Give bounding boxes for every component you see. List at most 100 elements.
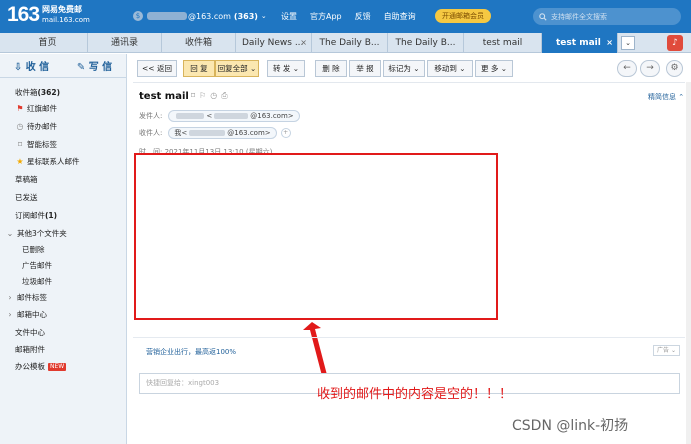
sidebar-item-label: 订阅邮件 (15, 211, 45, 220)
tab-label: test mail (482, 38, 523, 48)
sidebar-item-starred-contacts[interactable]: ★ 星标联系人邮件 (15, 154, 80, 169)
tab-test-mail-1[interactable]: test mail (464, 33, 542, 53)
nav-official-app[interactable]: 官方App (310, 11, 342, 22)
ad-tag-label: 广告 (657, 347, 670, 354)
tab-bar: 首页 通讯录 收件箱 Daily News ... × The Daily B..… (0, 33, 691, 53)
back-button[interactable]: << 返回 (137, 60, 177, 77)
recipient-suffix: @163.com> (227, 129, 271, 137)
sender-pill[interactable]: < @163.com> (168, 110, 300, 122)
sidebar-item-label: 智能标签 (27, 140, 57, 149)
vip-button[interactable]: 开通邮箱会员 (435, 9, 491, 23)
nav-settings[interactable]: 设置 (281, 11, 297, 22)
tag-icon: ⌑ (17, 140, 23, 149)
sidebar-item-label: 邮箱中心 (17, 310, 47, 319)
bookmark-icon[interactable]: ⌑ (191, 91, 199, 100)
previous-mail-button[interactable]: ← (617, 60, 637, 77)
sidebar-item-label: 其他3个文件夹 (17, 229, 67, 238)
sidebar-item-label: 已发送 (15, 193, 38, 202)
tab-contacts[interactable]: 通讯录 (88, 33, 162, 53)
sidebar-item-inbox[interactable]: 收件箱 (362) (15, 85, 60, 100)
tab-home[interactable]: 首页 (8, 33, 88, 53)
settings-button[interactable]: ⚙ (666, 60, 683, 77)
ad-link[interactable]: 营销企业出行，最高返100% (146, 347, 236, 357)
report-button[interactable]: 举 报 (349, 60, 381, 77)
toggle-details-link[interactable]: 精简信息 ⌃ (648, 92, 684, 102)
close-icon[interactable]: × (606, 33, 613, 53)
tab-more-chevron-icon[interactable]: ⌄ (621, 36, 635, 50)
reply-button[interactable]: 回 复 (183, 60, 215, 77)
sidebar-item-subscriptions[interactable]: 订阅邮件 (1) (15, 208, 57, 223)
sender-suffix: @163.com> (250, 112, 294, 120)
account-suffix: @163.com (188, 11, 231, 21)
watermark: CSDN @link-初扬 (512, 418, 629, 434)
sidebar-item-other-folders[interactable]: ⌄ 其他3个文件夹 (5, 226, 67, 241)
add-contact-icon[interactable]: + (280, 128, 291, 138)
sidebar-item-todo[interactable]: ◷ 待办邮件 (15, 119, 58, 134)
tab-test-mail-active[interactable]: test mail × (542, 33, 618, 53)
tab-daily-beast-1[interactable]: The Daily B... (312, 33, 388, 53)
arrow-left-icon: ← (623, 63, 631, 73)
sidebar-item-attachments[interactable]: 邮箱附件 (15, 342, 45, 357)
sidebar-item-file-center[interactable]: 文件中心 (15, 325, 45, 340)
sidebar-item-count: (1) (45, 211, 58, 220)
sender-label: 发件人: (139, 112, 163, 120)
account-menu[interactable]: $ @163.com (363) ⌄ (133, 11, 267, 21)
delete-button[interactable]: 删 除 (315, 60, 347, 77)
tab-inbox[interactable]: 收件箱 (162, 33, 236, 53)
scrollbar[interactable] (686, 82, 691, 444)
sidebar-item-sent[interactable]: 已发送 (15, 190, 38, 205)
search-placeholder: 支持邮件全文搜索 (551, 12, 607, 21)
sidebar-item-red-flag[interactable]: ⚑ 红旗邮件 (15, 101, 57, 116)
sidebar-item-label: 星标联系人邮件 (27, 157, 80, 166)
close-icon[interactable]: × (300, 33, 307, 53)
recipient-pill[interactable]: 我< @163.com> (168, 127, 277, 139)
tab-label: Daily News ... (242, 38, 304, 48)
tab-label: test mail (556, 38, 601, 48)
compose-icon: ✎ (76, 62, 89, 73)
mark-as-button[interactable]: 标记为 ⌄ (383, 60, 425, 77)
logo[interactable]: 163 网易免费邮 mail.163.com (7, 3, 90, 27)
search-input[interactable]: 支持邮件全文搜索 (533, 8, 681, 25)
new-badge: NEW (48, 362, 67, 371)
tab-daily-news[interactable]: Daily News ... × (236, 33, 312, 53)
chevron-down-icon: ⌄ (670, 347, 676, 354)
sidebar-item-deleted[interactable]: 已删除 (22, 242, 45, 257)
sidebar-item-mail-center[interactable]: › 邮箱中心 (5, 307, 47, 322)
nav-feedback[interactable]: 反馈 (355, 11, 371, 22)
reply-all-button[interactable]: 回复全部 ⌄ (215, 60, 259, 77)
sidebar-item-mail-tags[interactable]: › 邮件标签 (5, 290, 47, 305)
clock-icon[interactable]: ◷ (210, 91, 221, 100)
forward-button[interactable]: 转 发 ⌄ (267, 60, 305, 77)
sidebar-item-smart-tags[interactable]: ⌑ 智能标签 (15, 137, 57, 152)
recipient-prefix: 我< (174, 129, 188, 137)
print-icon[interactable]: ⎙ (221, 91, 231, 100)
receive-label: 收 信 (25, 62, 50, 73)
sidebar-item-spam[interactable]: 垃圾邮件 (22, 274, 52, 289)
compose-button[interactable]: ✎ 写 信 (63, 58, 126, 73)
sidebar-item-label: 收件箱 (15, 88, 38, 97)
nav-self-service[interactable]: 自助查询 (384, 11, 416, 22)
next-mail-button[interactable]: → (640, 60, 660, 77)
move-to-button[interactable]: 移动到 ⌄ (427, 60, 473, 77)
tab-daily-beast-2[interactable]: The Daily B... (388, 33, 464, 53)
mail-toolbar: << 返回 回 复 回复全部 ⌄ 转 发 ⌄ 删 除 举 报 标记为 ⌄ 移动到… (133, 60, 685, 77)
more-button[interactable]: 更 多 ⌄ (475, 60, 513, 77)
music-app-icon[interactable]: ♪ (667, 35, 683, 51)
tab-label: 收件箱 (184, 38, 212, 48)
compose-label: 写 信 (88, 62, 113, 73)
flag-icon[interactable]: ⚐ (199, 91, 210, 100)
sidebar-item-label: 草稿箱 (15, 175, 38, 184)
more-label: 更 多 (480, 64, 499, 73)
move-to-label: 移动到 (434, 64, 457, 73)
receive-button[interactable]: ⇩ 收 信 (0, 58, 63, 73)
sidebar-item-label: 广告邮件 (22, 261, 52, 270)
sidebar-item-office-templates[interactable]: 办公模板 NEW (15, 359, 67, 374)
sidebar-item-count: (362) (37, 88, 61, 97)
chevron-down-icon: ⌄ (292, 64, 300, 73)
recipient-label: 收件人: (139, 129, 163, 137)
ad-tag[interactable]: 广告 ⌄ (653, 345, 680, 356)
arrow-right-icon: → (646, 63, 654, 73)
subject-actions: ⌑⚐◷⎙ (191, 91, 232, 101)
sidebar-item-drafts[interactable]: 草稿箱 (15, 172, 38, 187)
sidebar-item-ads[interactable]: 广告邮件 (22, 258, 52, 273)
